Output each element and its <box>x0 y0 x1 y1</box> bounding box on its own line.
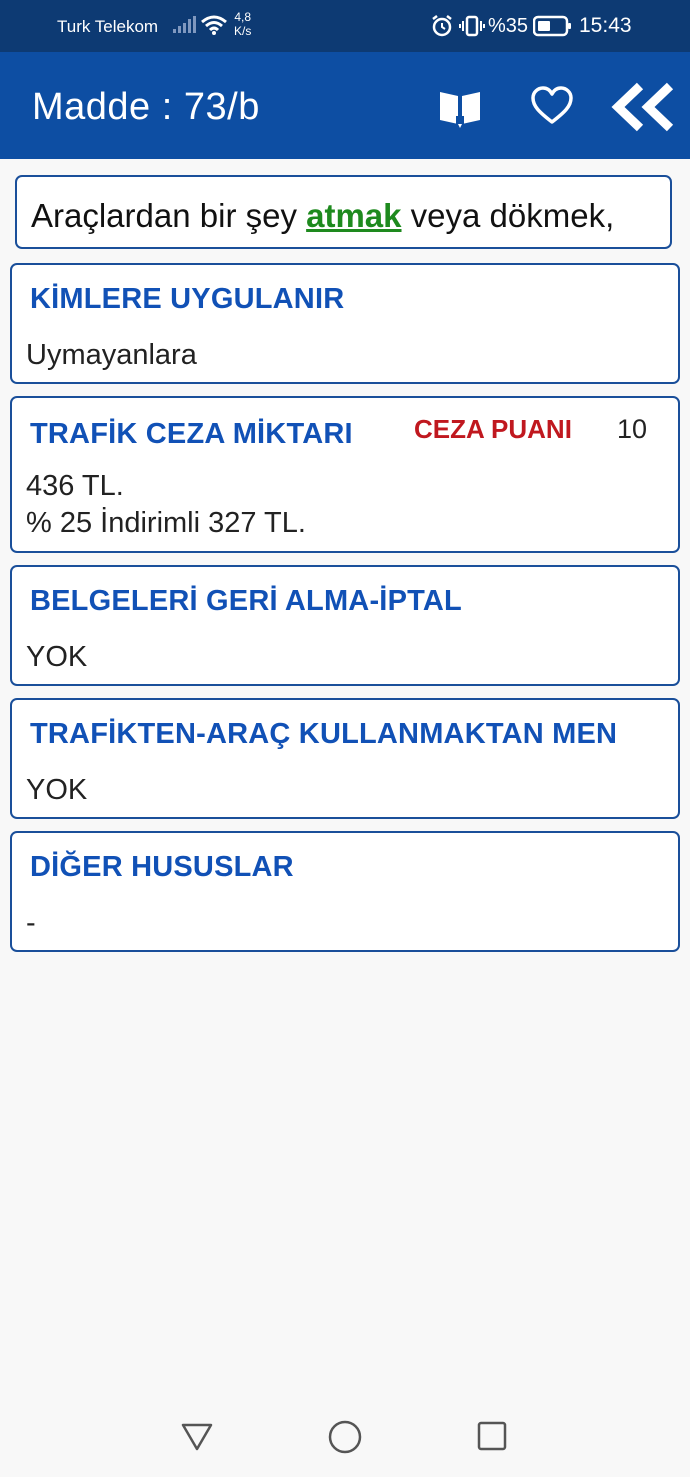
book-icon[interactable] <box>436 86 484 130</box>
battery-icon <box>532 15 573 42</box>
status-bar: Turk Telekom 4,8 K/s %35 15:43 <box>0 0 690 52</box>
discounted-fine: % 25 İndirimli 327 TL. <box>26 507 306 539</box>
network-speed: 4,8 K/s <box>234 10 251 38</box>
speed-unit: K/s <box>234 24 252 38</box>
wifi-icon <box>200 14 228 41</box>
card-title: TRAFİKTEN-ARAÇ KULLANMAKTAN MEN <box>30 718 618 750</box>
card-title: DİĞER HUSUSLAR <box>30 851 294 883</box>
home-circle-icon[interactable] <box>327 1419 363 1460</box>
description-after: veya dökmek, <box>401 197 615 234</box>
page-title: Madde : 73/b <box>32 86 260 128</box>
alarm-icon <box>430 14 454 43</box>
ceza-puani-value: 10 <box>617 414 648 444</box>
card-kimlere-uygulanir: KİMLERE UYGULANIR Uymayanlara <box>10 263 680 384</box>
heart-icon[interactable] <box>529 84 575 128</box>
card-trafikten-men: TRAFİKTEN-ARAÇ KULLANMAKTAN MEN YOK <box>10 698 680 819</box>
clock: 15:43 <box>579 14 632 37</box>
card-title: BELGELERİ GERİ ALMA-İPTAL <box>30 585 462 617</box>
signal-icon <box>172 14 196 39</box>
back-triangle-icon[interactable] <box>180 1419 214 1458</box>
description-before: Araçlardan bir şey <box>31 197 307 234</box>
ceza-puani-label: CEZA PUANI <box>414 414 572 444</box>
carrier-name: Turk Telekom <box>57 17 159 36</box>
fine-amount: 436 TL. <box>26 470 124 502</box>
card-belgeleri-geri-alma: BELGELERİ GERİ ALMA-İPTAL YOK <box>10 565 680 686</box>
card-trafik-ceza-miktari: TRAFİK CEZA MİKTARI CEZA PUANI 10 436 TL… <box>10 396 680 553</box>
description-text: Araçlardan bir şey atmak veya dökmek, <box>31 197 614 235</box>
description-highlight: atmak <box>306 197 402 234</box>
card-value: YOK <box>26 641 88 673</box>
speed-value: 4,8 <box>234 10 252 24</box>
battery-percent: %35 <box>488 15 529 37</box>
card-value: YOK <box>26 774 88 806</box>
recents-square-icon[interactable] <box>475 1419 509 1458</box>
double-chevron-left-icon[interactable] <box>610 82 678 132</box>
article-description: Araçlardan bir şey atmak veya dökmek, <box>15 175 672 249</box>
card-value: Uymayanlara <box>26 339 197 371</box>
card-diger-hususlar: DİĞER HUSUSLAR - <box>10 831 680 952</box>
app-bar: Madde : 73/b <box>0 52 690 159</box>
card-title: TRAFİK CEZA MİKTARI <box>30 418 353 450</box>
card-value: - <box>26 907 36 939</box>
vibrate-icon <box>459 14 485 43</box>
system-nav-bar <box>0 1397 690 1477</box>
card-title: KİMLERE UYGULANIR <box>30 283 345 315</box>
